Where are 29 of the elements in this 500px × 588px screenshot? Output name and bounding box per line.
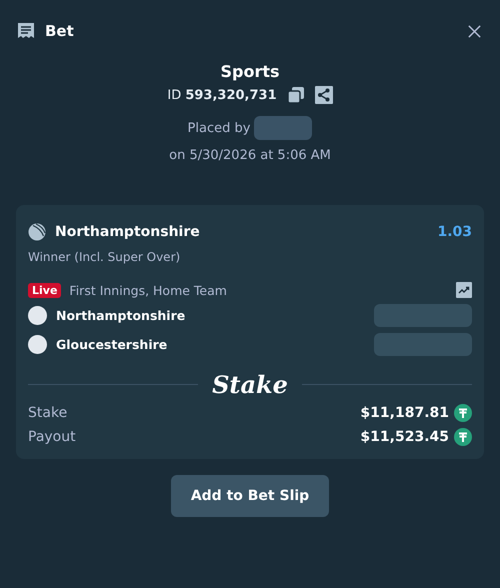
tether-coin-icon bbox=[454, 404, 472, 422]
amount-label: Payout bbox=[28, 429, 76, 445]
copy-icon[interactable] bbox=[286, 86, 305, 104]
trend-chart-icon[interactable] bbox=[456, 282, 472, 298]
cricket-ball-icon bbox=[28, 223, 46, 241]
team-name: Northamptonshire bbox=[56, 308, 186, 323]
amount-value: $11,187.81 bbox=[360, 405, 449, 421]
team-logo bbox=[28, 335, 47, 354]
bet-id: ID 593,320,731 bbox=[167, 88, 277, 102]
selection-team: Northamptonshire bbox=[55, 224, 200, 240]
amount-value: $11,523.45 bbox=[360, 429, 449, 445]
live-badge: Live bbox=[28, 282, 62, 298]
event-status: First Innings, Home Team bbox=[69, 282, 227, 298]
brand-logo: Stake bbox=[212, 370, 288, 399]
team-name: Gloucestershire bbox=[56, 337, 168, 352]
market-name: Winner (Incl. Super Over) bbox=[28, 250, 182, 264]
team-logo bbox=[28, 306, 47, 325]
dialog-title: Bet bbox=[45, 22, 74, 40]
tether-coin-icon bbox=[454, 428, 472, 446]
amount-label: Stake bbox=[28, 405, 68, 421]
placed-by-label: Placed by bbox=[188, 120, 250, 136]
bet-category: Sports bbox=[220, 62, 280, 81]
add-to-bet-slip-button[interactable]: Add to Bet Slip bbox=[170, 475, 330, 517]
odds-value: 1.03 bbox=[437, 224, 472, 240]
hidden-username bbox=[254, 116, 312, 140]
share-icon[interactable] bbox=[314, 86, 333, 104]
close-icon[interactable] bbox=[467, 24, 482, 38]
receipt-icon bbox=[16, 21, 36, 41]
placed-date: on 5/30/2026 at 5:06 AM bbox=[169, 148, 331, 163]
